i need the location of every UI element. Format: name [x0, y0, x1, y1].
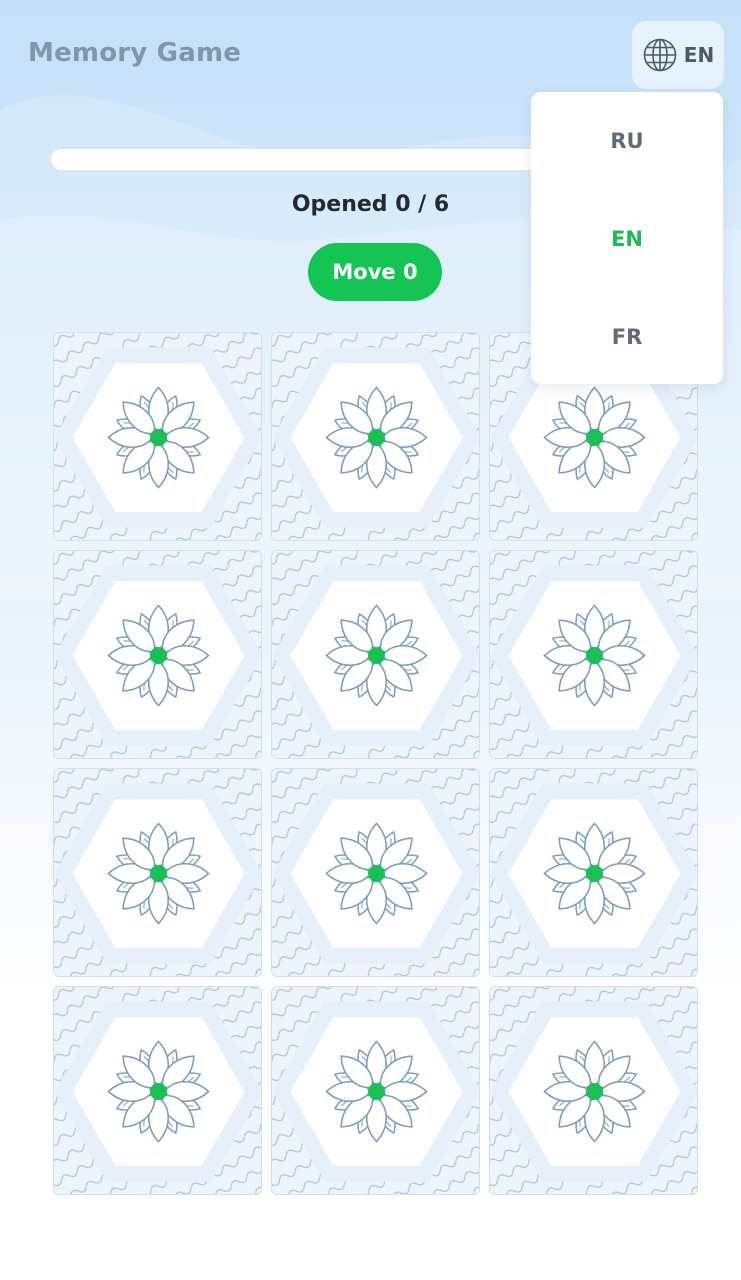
- flower-icon: [325, 822, 428, 925]
- language-option-fr[interactable]: FR: [531, 288, 723, 384]
- flower-icon: [325, 1040, 428, 1143]
- flower-icon: [107, 822, 210, 925]
- memory-card[interactable]: [489, 550, 698, 759]
- flower-icon: [543, 822, 646, 925]
- language-option-en[interactable]: EN: [531, 190, 723, 288]
- language-dropdown-menu: RU EN FR: [531, 92, 723, 384]
- memory-card[interactable]: [53, 986, 262, 1195]
- memory-card[interactable]: [271, 550, 480, 759]
- app-title: Memory Game: [28, 38, 242, 68]
- globe-icon: [643, 38, 677, 72]
- memory-card[interactable]: [489, 986, 698, 1195]
- memory-card[interactable]: [53, 768, 262, 977]
- flower-icon: [107, 1040, 210, 1143]
- card-board: [53, 332, 698, 1195]
- memory-card[interactable]: [271, 332, 480, 541]
- flower-icon: [543, 604, 646, 707]
- memory-card[interactable]: [271, 768, 480, 977]
- language-option-ru[interactable]: RU: [531, 92, 723, 190]
- memory-card[interactable]: [53, 550, 262, 759]
- flower-icon: [543, 386, 646, 489]
- flower-icon: [107, 386, 210, 489]
- memory-card[interactable]: [53, 332, 262, 541]
- memory-card[interactable]: [271, 986, 480, 1195]
- flower-icon: [107, 604, 210, 707]
- flower-icon: [325, 604, 428, 707]
- memory-card[interactable]: [489, 768, 698, 977]
- language-toggle-button[interactable]: EN: [632, 21, 724, 89]
- flower-icon: [325, 386, 428, 489]
- current-language-label: EN: [683, 43, 715, 67]
- flower-icon: [543, 1040, 646, 1143]
- move-counter-badge: Move 0: [308, 243, 442, 301]
